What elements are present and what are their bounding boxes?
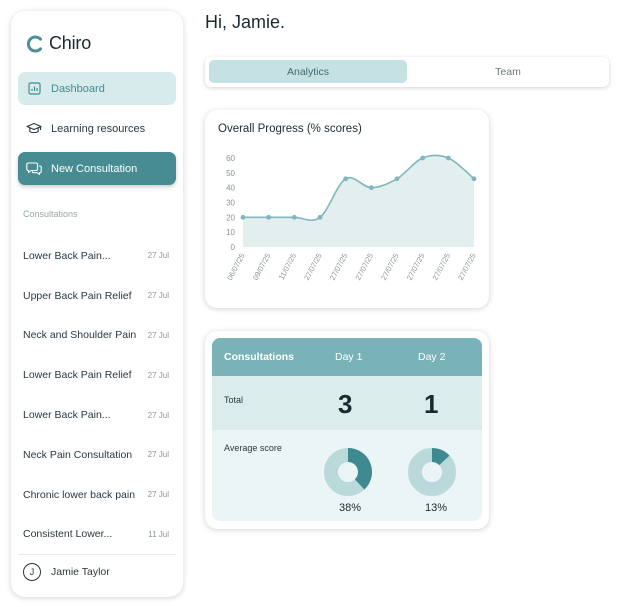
consultation-item[interactable]: Chronic lower back pain 27 Jul (11, 475, 183, 515)
total-day-2: 1 (424, 389, 439, 419)
sidebar: Chiro Dashboard Learning resources New C… (11, 11, 183, 597)
avatar: J (23, 563, 41, 581)
dashboard-icon (26, 81, 42, 97)
x-tick-label: 09/07/25 (251, 252, 273, 282)
y-tick-label: 30 (226, 199, 235, 208)
consultation-item[interactable]: Consistent Lower... 11 Jul (11, 515, 183, 555)
donut-day-1-arc (347, 448, 372, 490)
greeting: Hi, Jamie. (205, 12, 286, 32)
consultation-list: Lower Back Pain... 27 Jul Upper Back Pai… (11, 236, 183, 554)
x-tick-label: 27/07/25 (456, 252, 478, 282)
x-tick-label: 11/07/25 (277, 252, 298, 282)
progress-chart: 010203040506006/07/25 09/07/25 11/07/25 27/… (225, 154, 478, 282)
consultation-date: 27 Jul (147, 251, 169, 261)
y-tick-label: 40 (226, 184, 235, 193)
average-day-1: 38% (339, 502, 362, 514)
y-tick-label: 20 (226, 213, 235, 222)
table-header: Consultations Day 1 Day 2 (212, 338, 482, 376)
chat-bubbles-icon (26, 161, 42, 177)
x-tick-label: 27/07/25 (430, 252, 452, 282)
y-tick-label: 60 (226, 154, 235, 163)
chart-point (291, 214, 297, 220)
consultations-section-label: Consultations (23, 209, 78, 219)
x-tick-label: 27/07/25 (302, 252, 324, 282)
chart-point (420, 155, 426, 161)
donut-day-2 (408, 448, 456, 496)
chiro-logo-icon (26, 35, 42, 52)
consultation-date: 27 Jul (147, 330, 169, 340)
chart-point (266, 214, 272, 220)
chart-point (317, 214, 323, 220)
average-day-2: 13% (425, 502, 448, 514)
app-root: Chiro Dashboard Learning resources New C… (0, 0, 623, 607)
user-name: Jamie Taylor (51, 566, 110, 578)
donut-day-2-arc (431, 448, 450, 466)
new-consultation-button[interactable]: New Consultation (18, 152, 176, 185)
consultation-item[interactable]: Upper Back Pain Relief 27 Jul (11, 276, 183, 316)
new-consultation-label: New Consultation (51, 162, 138, 175)
nav-dashboard-label: Dashboard (51, 82, 105, 95)
consultation-date: 27 Jul (147, 450, 169, 460)
tab-team[interactable]: Team (410, 60, 606, 83)
nav-learning-resources[interactable]: Learning resources (18, 112, 176, 145)
average-score-label: Average score (224, 443, 282, 453)
consultation-title: Consistent Lower... (23, 528, 113, 541)
donut-day-1 (324, 448, 372, 496)
chart-point (240, 214, 246, 220)
chart-point (394, 176, 400, 182)
app-name: Chiro (49, 33, 92, 53)
consultations-summary-card: Consultations Day 1 Day 2 Total 3 1 Aver… (205, 331, 489, 529)
x-tick-label: 27/07/25 (405, 252, 427, 282)
chart-point (343, 176, 349, 182)
consultation-title: Lower Back Pain... (23, 409, 111, 422)
y-tick-label: 0 (231, 243, 236, 252)
consultation-title: Chronic lower back pain (23, 488, 136, 501)
progress-card: Overall Progress (% scores) 0 10 20 30 40 50 6… (205, 110, 489, 308)
sidebar-divider (18, 554, 176, 555)
total-day-1: 3 (338, 389, 353, 419)
tab-analytics[interactable]: Analytics (209, 60, 407, 83)
consultation-title: Lower Back Pain... (23, 249, 111, 262)
total-label: Total (224, 395, 244, 405)
consultation-item[interactable]: Neck Pain Consultation 27 Jul (11, 435, 183, 475)
consultation-title: Neck Pain Consultation (23, 448, 133, 461)
consultation-date: 27 Jul (147, 490, 169, 500)
consultation-item[interactable]: Lower Back Pain Relief 27 Jul (11, 355, 183, 395)
chart-point (471, 176, 477, 182)
consultation-item[interactable]: Lower Back Pain... 27 Jul (11, 236, 183, 276)
chart-point (445, 155, 451, 161)
x-tick-label: 27/07/25 (379, 252, 401, 282)
header-consultations: Consultations (224, 351, 294, 363)
consultation-date: 27 Jul (147, 370, 169, 380)
consultation-date: 27 Jul (147, 410, 169, 420)
consultation-title: Neck and Shoulder Pain (23, 329, 137, 342)
x-tick-label: 27/07/25 (328, 252, 350, 282)
nav-dashboard[interactable]: Dashboard (18, 72, 176, 105)
chart-point (368, 185, 374, 191)
tab-bar: Analytics Team (205, 57, 609, 87)
consultations-table: Consultations Day 1 Day 2 Total 3 1 Aver… (212, 338, 482, 521)
header-day-2: Day 2 (418, 351, 446, 363)
graduation-cap-icon (26, 121, 42, 137)
x-tick-label: 27/07/25 (353, 252, 375, 282)
consultation-title: Upper Back Pain Relief (23, 289, 132, 302)
consultation-date: 27 Jul (147, 291, 169, 301)
header-day-1: Day 1 (335, 351, 363, 363)
logo[interactable]: Chiro (25, 33, 91, 54)
nav-learning-label: Learning resources (51, 122, 146, 135)
y-tick-label: 10 (226, 228, 235, 237)
consultation-title: Lower Back Pain Relief (23, 369, 132, 382)
y-tick-label: 50 (226, 169, 235, 178)
consultation-item[interactable]: Neck and Shoulder Pain 27 Jul (11, 316, 183, 356)
consultation-item[interactable]: Lower Back Pain... 27 Jul (11, 395, 183, 435)
consultation-date: 11 Jul (148, 529, 169, 539)
x-tick-label: 06/07/25 (225, 252, 247, 282)
chart-area (243, 155, 474, 247)
user-profile[interactable]: J Jamie Taylor (23, 563, 110, 581)
